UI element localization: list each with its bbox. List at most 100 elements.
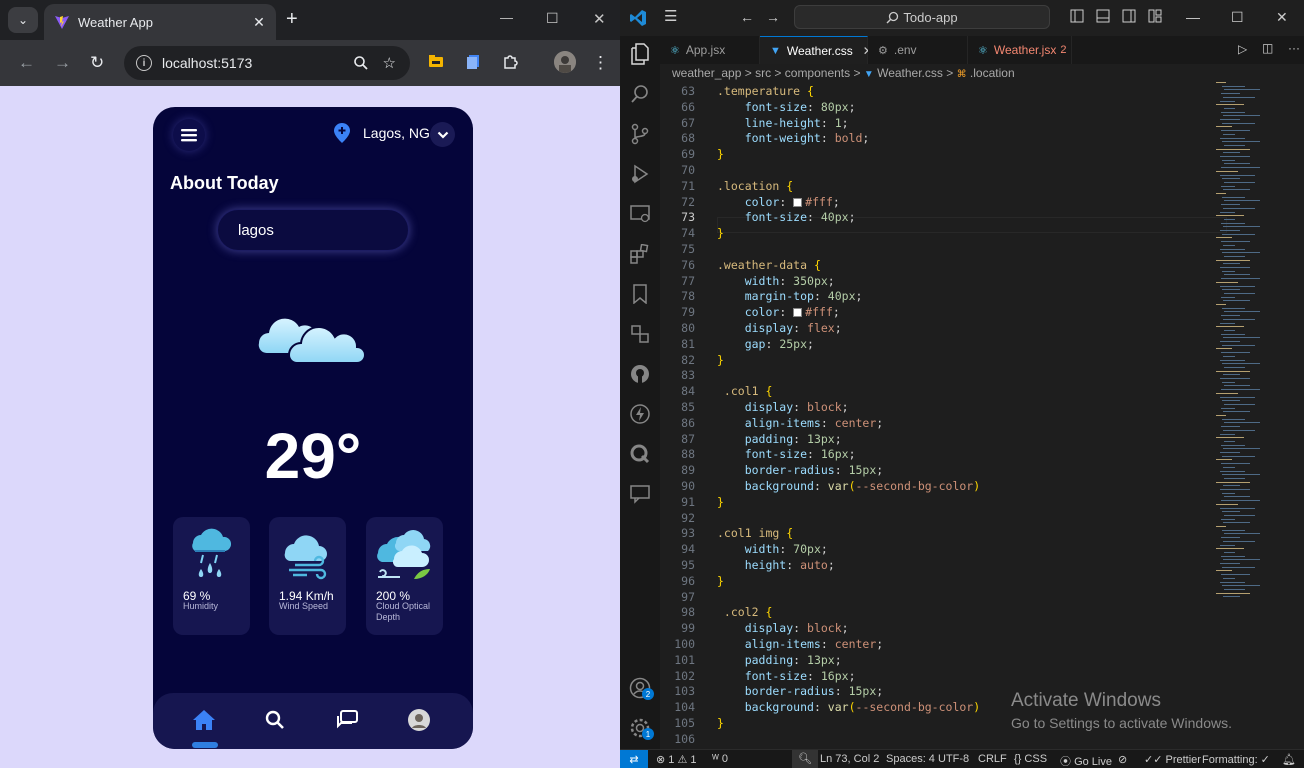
testing-icon[interactable] (628, 322, 652, 346)
tab-app-jsx[interactable]: ⚛ App.jsx (660, 36, 760, 64)
manage-gear-icon[interactable]: 1 (628, 716, 654, 740)
more-actions-icon[interactable]: ··· (1288, 41, 1300, 55)
minimap-line (1216, 148, 1250, 150)
prettier-status[interactable]: ✓✓ Prettier (1144, 753, 1201, 766)
explorer-icon[interactable] (628, 42, 652, 66)
browser-tab[interactable]: Weather App ✕ (44, 4, 276, 40)
zoom-icon[interactable] (353, 55, 369, 71)
tab-search-button[interactable]: ⌄ (8, 7, 38, 33)
customize-layout-icon[interactable] (1148, 9, 1162, 23)
code-line: .location { (717, 179, 793, 193)
accounts-icon[interactable]: 2 (628, 676, 654, 700)
menu-button[interactable] (173, 119, 205, 151)
nav-profile[interactable] (406, 707, 432, 733)
eol-status[interactable]: CRLF (978, 753, 1007, 765)
maximize-icon[interactable]: ☐ (546, 10, 559, 27)
line-number: 100 (674, 637, 695, 651)
toggle-sidebar-icon[interactable] (1070, 9, 1084, 23)
extensions-icon[interactable] (628, 242, 652, 266)
code-editor[interactable]: 63 .temperature {66 font-size: 80px; 67 li… (660, 82, 1230, 749)
code-token: --second-bg-color (855, 479, 974, 493)
code-line: gap: 25px; (717, 337, 814, 351)
toggle-secondary-sidebar-icon[interactable] (1122, 9, 1136, 23)
remote-indicator[interactable]: ⇄ (620, 750, 648, 768)
tab-env[interactable]: ⚙ .env (868, 36, 968, 64)
site-info-icon[interactable]: i (136, 55, 152, 71)
vscode-back-icon[interactable]: ← (740, 9, 754, 25)
breadcrumb-item[interactable]: Weather.css (877, 66, 943, 80)
breadcrumb-item[interactable]: src (755, 66, 771, 80)
close-tab-icon[interactable]: ✕ (248, 14, 270, 31)
language-status[interactable]: {} CSS (1014, 753, 1047, 765)
line-number: 78 (681, 289, 695, 304)
nav-messages[interactable] (334, 707, 360, 733)
vscode-minimize-icon[interactable]: — (1186, 9, 1200, 25)
minimize-icon[interactable]: — (500, 10, 513, 25)
notifications-bell-icon[interactable]: 🔔︎ (1282, 753, 1296, 766)
quokka-icon[interactable] (628, 442, 652, 466)
bookmark-star-icon[interactable]: ☆ (383, 54, 396, 72)
accounts-badge: 2 (642, 688, 654, 700)
code-token: height (717, 558, 787, 572)
minimap-line (1221, 111, 1245, 113)
nav-search[interactable] (262, 707, 288, 733)
formatting-status[interactable]: Formatting: ✓ (1202, 753, 1270, 766)
cursor-position[interactable]: Ln 73, Col 2 (820, 753, 879, 765)
code-line: } (717, 226, 724, 240)
run-debug-icon[interactable] (628, 162, 652, 186)
forward-icon[interactable]: → (54, 53, 71, 73)
tab-weather-jsx[interactable]: ⚛ Weather.jsx 2 (968, 36, 1072, 64)
minimap-line (1220, 563, 1240, 564)
code-line: .col1 img { (717, 526, 793, 540)
profile-avatar[interactable] (554, 51, 576, 73)
tab-weather-css[interactable]: ▼ Weather.css ✕ (760, 36, 873, 64)
new-tab-button[interactable]: + (286, 8, 298, 30)
location-dropdown-button[interactable] (430, 122, 455, 147)
search-icon[interactable] (628, 82, 652, 106)
address-bar[interactable]: i localhost:5173 ☆ (124, 46, 410, 80)
command-center-search[interactable]: Todo-app (794, 5, 1050, 29)
vscode-maximize-icon[interactable]: ☐ (1231, 9, 1244, 26)
bookmarks-icon[interactable] (628, 282, 652, 306)
browser-menu-icon[interactable]: ⋮ (592, 53, 609, 73)
extensions-puzzle-icon[interactable] (502, 54, 518, 70)
breadcrumb-item[interactable]: weather_app (672, 66, 741, 80)
vscode-close-icon[interactable]: ✕ (1276, 9, 1288, 26)
copilot-icon[interactable]: ⊘ (1118, 753, 1127, 766)
go-live-button[interactable]: ⦿ Go Live (1060, 753, 1112, 768)
city-search-input[interactable]: lagos (217, 209, 409, 251)
comments-icon[interactable] (628, 482, 652, 506)
minimap-line (1222, 307, 1245, 309)
ports-status[interactable]: ᵂ 0 (712, 753, 728, 765)
line-number: 69 (681, 147, 695, 162)
breadcrumb-item[interactable]: components (785, 66, 850, 80)
encoding-status[interactable]: UTF-8 (938, 753, 969, 765)
close-window-icon[interactable]: ✕ (593, 10, 606, 28)
vscode-forward-icon[interactable]: → (766, 9, 780, 25)
chevron-down-icon (437, 131, 448, 139)
minimap[interactable] (1216, 82, 1296, 602)
zoom-status-icon[interactable]: 🔍︎ (792, 750, 818, 768)
minimap-line (1222, 529, 1245, 531)
breadcrumb-item[interactable]: .location (970, 66, 1015, 80)
minimap-line (1223, 485, 1240, 487)
back-icon[interactable]: ← (18, 53, 35, 73)
source-control-icon[interactable] (628, 122, 652, 146)
nav-home[interactable] (191, 707, 217, 733)
minimap-line (1220, 507, 1255, 509)
remote-explorer-icon[interactable] (628, 202, 652, 226)
vscode-menu-icon[interactable]: ☰ (664, 7, 677, 25)
line-number: 74 (681, 226, 695, 241)
line-number: 92 (681, 510, 695, 525)
split-editor-icon[interactable]: ◫ (1262, 41, 1273, 55)
reload-icon[interactable]: ↻ (90, 53, 104, 73)
minimap-line (1216, 237, 1232, 239)
run-icon[interactable]: ▷ (1238, 42, 1247, 56)
toggle-panel-icon[interactable] (1096, 9, 1110, 23)
github-icon[interactable] (628, 362, 652, 386)
indentation-status[interactable]: Spaces: 4 (886, 753, 935, 765)
lightning-icon[interactable] (628, 402, 652, 426)
problems-status[interactable]: ⊗ 1 ⚠ 1 (656, 753, 697, 766)
files-extension-icon[interactable] (466, 54, 480, 70)
folder-extension-icon[interactable] (428, 54, 444, 68)
